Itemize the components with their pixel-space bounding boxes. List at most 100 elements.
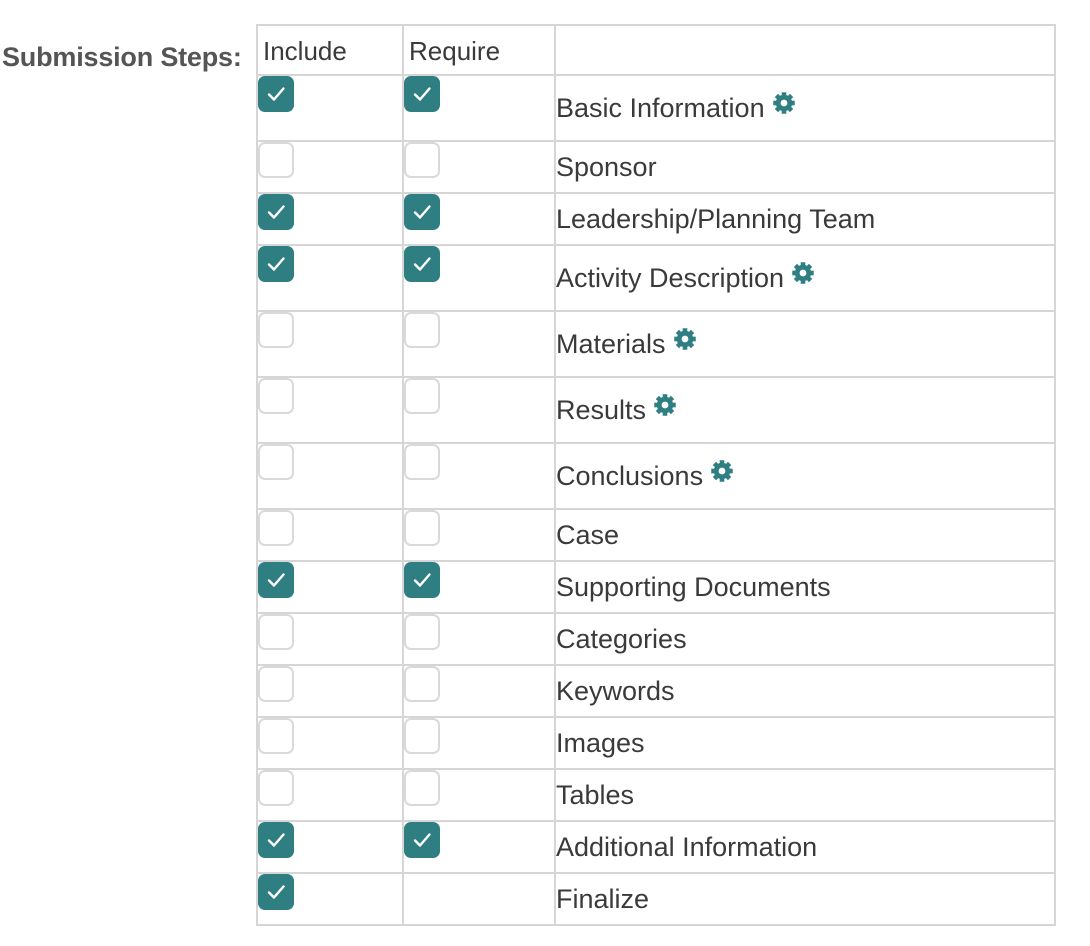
require-checkbox-tables[interactable] [404,770,440,806]
step-name-additional-information: Additional Information [556,831,818,862]
require-cell [402,508,556,562]
include-checkbox-case[interactable] [258,510,294,546]
require-checkbox-keywords[interactable] [404,666,440,702]
step-name-supporting-documents: Supporting Documents [556,571,831,602]
require-cell [402,820,556,874]
step-name-conclusions: Conclusions [556,460,704,491]
table-row: Finalize [256,872,1056,926]
include-checkbox-finalize[interactable] [258,874,294,910]
require-checkbox-categories[interactable] [404,614,440,650]
include-checkbox-activity-description[interactable] [258,246,294,282]
step-name-cell: Sponsor [554,140,1056,194]
include-cell [256,612,404,666]
include-cell [256,664,404,718]
step-name-cell: Activity Description [554,244,1056,312]
include-cell [256,768,404,822]
include-cell [256,310,404,378]
include-cell [256,74,404,142]
require-cell [402,612,556,666]
include-cell [256,244,404,312]
gear-icon[interactable] [653,393,677,424]
require-checkbox-results[interactable] [404,378,440,414]
step-name-cell: Results [554,376,1056,444]
step-name-cell: Keywords [554,664,1056,718]
step-name-cell: Leadership/Planning Team [554,192,1056,246]
include-cell [256,872,404,926]
include-checkbox-supporting-documents[interactable] [258,562,294,598]
gear-icon[interactable] [710,459,734,490]
table-row: Results [256,376,1056,444]
include-cell [256,560,404,614]
include-checkbox-materials[interactable] [258,312,294,348]
step-name-images: Images [556,727,645,758]
gear-icon[interactable] [791,261,815,292]
require-cell [402,716,556,770]
table-row: Case [256,508,1056,562]
require-checkbox-images[interactable] [404,718,440,754]
include-checkbox-additional-information[interactable] [258,822,294,858]
include-cell [256,192,404,246]
table-row: Activity Description [256,244,1056,312]
include-cell [256,508,404,562]
checkmark-icon [267,573,285,587]
require-checkbox-basic-information[interactable] [404,76,440,112]
include-checkbox-leadership-planning-team[interactable] [258,194,294,230]
require-cell [402,74,556,142]
step-name-leadership-planning-team: Leadership/Planning Team [556,203,876,234]
table-row: Categories [256,612,1056,666]
step-name-categories: Categories [556,623,687,654]
include-checkbox-categories[interactable] [258,614,294,650]
checkmark-icon [413,573,431,587]
require-checkbox-sponsor[interactable] [404,142,440,178]
table-row: Supporting Documents [256,560,1056,614]
include-checkbox-keywords[interactable] [258,666,294,702]
submission-steps-label: Submission Steps: [2,42,242,72]
require-checkbox-supporting-documents[interactable] [404,562,440,598]
checkmark-icon [413,87,431,101]
require-cell [402,244,556,312]
include-checkbox-results[interactable] [258,378,294,414]
require-checkbox-activity-description[interactable] [404,246,440,282]
require-checkbox-additional-information[interactable] [404,822,440,858]
step-name-materials: Materials [556,328,666,359]
include-cell [256,716,404,770]
checkmark-icon [413,257,431,271]
column-header-require: Require [402,24,556,76]
step-name-cell: Images [554,716,1056,770]
include-cell [256,376,404,444]
table-row: Basic Information [256,74,1056,142]
step-name-cell: Categories [554,612,1056,666]
table-row: Conclusions [256,442,1056,510]
step-name-basic-information: Basic Information [556,92,765,123]
include-checkbox-images[interactable] [258,718,294,754]
require-cell [402,768,556,822]
require-checkbox-case[interactable] [404,510,440,546]
require-checkbox-materials[interactable] [404,312,440,348]
step-name-cell: Basic Information [554,74,1056,142]
include-checkbox-basic-information[interactable] [258,76,294,112]
include-cell [256,820,404,874]
step-name-case: Case [556,519,620,550]
step-name-cell: Additional Information [554,820,1056,874]
step-name-finalize: Finalize [556,883,650,914]
include-checkbox-sponsor[interactable] [258,142,294,178]
include-cell [256,442,404,510]
require-cell [402,664,556,718]
checkmark-icon [267,205,285,219]
step-name-cell: Tables [554,768,1056,822]
require-checkbox-leadership-planning-team[interactable] [404,194,440,230]
checkmark-icon [413,205,431,219]
include-checkbox-tables[interactable] [258,770,294,806]
include-checkbox-conclusions[interactable] [258,444,294,480]
step-name-sponsor: Sponsor [556,151,657,182]
table-row: Leadership/Planning Team [256,192,1056,246]
step-name-tables: Tables [556,779,635,810]
step-name-cell: Case [554,508,1056,562]
step-name-results: Results [556,394,647,425]
gear-icon[interactable] [772,91,796,122]
gear-icon[interactable] [673,327,697,358]
require-checkbox-conclusions[interactable] [404,444,440,480]
table-row: Materials [256,310,1056,378]
table-header-row: Include Require [256,24,1056,76]
require-cell [402,872,556,926]
